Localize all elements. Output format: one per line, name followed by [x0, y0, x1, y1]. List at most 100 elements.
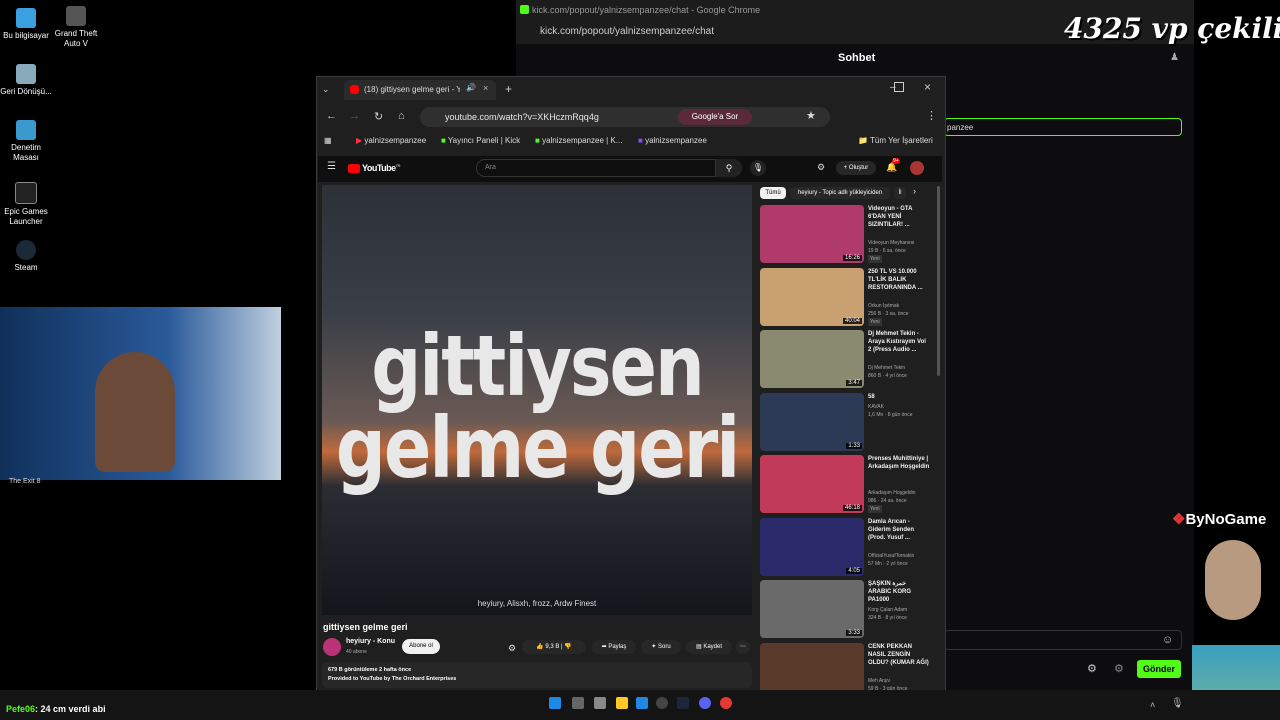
- chip-uploader[interactable]: heyiury - Topic adlı yükleyiciden: [790, 187, 890, 199]
- all-bookmarks[interactable]: 📁 Tüm Yer İşaretleri: [858, 136, 933, 145]
- recommendation-title[interactable]: Damla Arıcan - Giderim Senden (Prod. Yus…: [868, 518, 930, 542]
- description-box[interactable]: 679 B görüntüleme 2 hafta önce Provided …: [322, 662, 752, 688]
- chat-input[interactable]: [944, 630, 1182, 650]
- explorer-icon[interactable]: [594, 697, 606, 709]
- send-button[interactable]: Gönder: [1137, 660, 1181, 678]
- folder-icon[interactable]: [616, 697, 628, 709]
- steam-icon[interactable]: [677, 697, 689, 709]
- windows-start-icon[interactable]: [549, 697, 561, 709]
- recommendation-channel[interactable]: Dj Mehmet Tekin: [868, 364, 930, 372]
- desktop-icon-steam[interactable]: Steam: [0, 240, 52, 273]
- bookmark-item[interactable]: ■ yalnizsempanzee | K...: [535, 136, 622, 145]
- close-tab-icon[interactable]: ×: [483, 83, 488, 93]
- create-button[interactable]: + Oluştur: [836, 161, 876, 175]
- chat-window-title: kick.com/popout/yalnizsempanzee/chat - G…: [532, 5, 761, 15]
- address-bar[interactable]: youtube.com/watch?v=XKHczmRqq4g: [420, 107, 830, 127]
- recommendation-item[interactable]: 3:33 ŞAŞKIN خمرة ARABIC KORG PA1000 Korg Ç…: [760, 580, 936, 638]
- new-tab-icon[interactable]: +: [505, 82, 512, 96]
- channel-avatar[interactable]: [323, 638, 341, 656]
- google-ask-button[interactable]: Google'a Sor: [678, 109, 752, 125]
- scrollbar[interactable]: [937, 186, 940, 376]
- bookmark-item[interactable]: ■ Yayıncı Paneli | Kick: [441, 136, 520, 145]
- emoji-icon[interactable]: ☺: [1162, 634, 1173, 646]
- duration-badge: 3:47: [846, 380, 862, 386]
- settings-icon[interactable]: ⚙: [508, 643, 516, 654]
- home-icon[interactable]: ⌂: [398, 110, 405, 122]
- back-icon[interactable]: ←: [326, 110, 337, 122]
- close-window-icon[interactable]: ×: [924, 80, 931, 94]
- chat-highlight[interactable]: panzee: [944, 118, 1182, 136]
- recommendation-item[interactable]: 4:05 Damla Arıcan - Giderim Senden (Prod.…: [760, 517, 936, 576]
- discord-icon[interactable]: [699, 697, 711, 709]
- recommendation-title[interactable]: Videoyun - GTA 6'DAN YENİ SIZINTILAR! ..…: [868, 205, 930, 229]
- recommendation-channel[interactable]: OfficialYusufTomakin: [868, 552, 930, 560]
- mic-icon[interactable]: 🎙: [750, 160, 766, 176]
- recommendation-item[interactable]: 46:18 Prenses Muhittiniye | Arkadaşım Hoş…: [760, 455, 936, 513]
- youtube-logo[interactable]: YouTubeTR: [362, 163, 401, 173]
- search-input[interactable]: Ara: [476, 159, 716, 177]
- chevron-up-icon[interactable]: ˄: [1150, 700, 1155, 710]
- recommendation-channel[interactable]: Meh Arşiv: [868, 677, 930, 685]
- recommendation-item[interactable]: 40:04 250 TL VS 10.000 TL'LİK BALIK RESTO…: [760, 267, 936, 326]
- users-icon[interactable]: ♟: [1170, 52, 1179, 63]
- recommendation-channel[interactable]: Videoyun Meyhanesi: [868, 239, 930, 247]
- avatar[interactable]: [910, 161, 924, 175]
- recommendation-item[interactable]: 16:26 Videoyun - GTA 6'DAN YENİ SIZINTILA…: [760, 205, 936, 263]
- chrome-icon[interactable]: [720, 697, 732, 709]
- recommendation-item[interactable]: 3:47 Dj Mehmet Tekin - Araya Kıstırayım V…: [760, 330, 936, 388]
- chevron-right-icon[interactable]: ›: [913, 186, 916, 196]
- apps-icon[interactable]: ▦: [324, 136, 332, 145]
- more-icon[interactable]: ⋯: [736, 640, 750, 654]
- recommendation-channel[interactable]: Korg Çalan Adam: [868, 606, 930, 614]
- obs-icon[interactable]: [656, 697, 668, 709]
- recommendation-channel[interactable]: Orkun Işıtmak: [868, 302, 930, 310]
- recommendation-title[interactable]: 58: [868, 393, 930, 401]
- desktop-icon-epic[interactable]: Epic Games Launcher: [0, 182, 52, 227]
- ask-button[interactable]: ✦ Soru: [641, 640, 681, 654]
- recommendation-meta: 57 Mn · 2 yıl önce: [868, 560, 908, 567]
- search-icon[interactable]: ⚲: [716, 159, 742, 177]
- recommendation-title[interactable]: Dj Mehmet Tekin - Araya Kıstırayım Vol 2…: [868, 330, 930, 354]
- bookmark-item[interactable]: ■ yalnizsempanzee: [638, 136, 707, 145]
- recommendation-item[interactable]: 1:33 58 KAVAK 1,6 Mn · 8 gün önce: [760, 392, 936, 451]
- bot-icon[interactable]: ⚙: [1114, 662, 1124, 675]
- chip-more[interactable]: İl: [894, 187, 906, 199]
- video-player[interactable]: gittiysen gelme geri heyiury, Alisxh, fr…: [322, 185, 752, 615]
- hamburger-icon[interactable]: ☰: [327, 161, 336, 172]
- like-dislike-group[interactable]: 👍 9,3 B | 👎: [522, 640, 586, 654]
- channel-name[interactable]: heyiury - Konu: [346, 638, 395, 645]
- recommendation-channel[interactable]: KAVAK: [868, 403, 930, 411]
- task-view-icon[interactable]: [572, 697, 584, 709]
- bookmark-item[interactable]: ▶ yalnizsempanzee: [356, 136, 426, 145]
- menu-icon[interactable]: ⋮: [926, 109, 937, 122]
- desktop-icon-gta[interactable]: Grand Theft Auto V: [50, 6, 102, 49]
- desktop-icon-recycle[interactable]: Geri Dönüşü...: [0, 64, 52, 97]
- save-button[interactable]: ▤ Kaydet: [686, 640, 732, 654]
- mic-icon[interactable]: 🎙: [1171, 698, 1184, 709]
- chip-all[interactable]: Tümü: [760, 187, 786, 199]
- chat-url[interactable]: kick.com/popout/yalnizsempanzee/chat: [540, 26, 714, 37]
- gear-icon[interactable]: ⚙: [1087, 662, 1097, 675]
- tab-list-icon[interactable]: ⌄: [322, 84, 330, 95]
- browser-tab[interactable]: (18) gittiysen gelme geri - Y 🔊 ×: [344, 80, 496, 100]
- gear-icon[interactable]: ⚙: [817, 162, 825, 173]
- store-icon[interactable]: [636, 697, 648, 709]
- forward-icon[interactable]: →: [349, 110, 360, 122]
- recommendation-title[interactable]: CENK PEKKAN NASIL ZENGİN OLDU? (KUMAR AĞ…: [868, 643, 930, 667]
- star-icon[interactable]: ★: [806, 109, 816, 122]
- cat-sticker: [1205, 540, 1261, 620]
- maximize-icon[interactable]: [894, 82, 904, 92]
- recommendation-title[interactable]: 250 TL VS 10.000 TL'LİK BALIK RESTORANIN…: [868, 268, 930, 292]
- audio-icon[interactable]: 🔊: [466, 83, 476, 92]
- recommendation-title[interactable]: ŞAŞKIN خمرة ARABIC KORG PA1000: [868, 580, 930, 604]
- desktop-icon-this-pc[interactable]: Bu bilgisayar: [0, 8, 52, 41]
- reload-icon[interactable]: ↻: [374, 110, 383, 123]
- webcam-feed: [0, 307, 281, 480]
- recommendation-meta: 19 B · 6 sa. önce: [868, 248, 906, 254]
- recommendation-title[interactable]: Prenses Muhittiniye | Arkadaşım Hoşgeldi…: [868, 455, 930, 471]
- desktop-icon-control-panel[interactable]: Denetim Masası: [0, 120, 52, 163]
- share-button[interactable]: ➦ Paylaş: [592, 640, 636, 654]
- subscribe-button[interactable]: Abone ol: [402, 639, 440, 654]
- new-badge: Yeni: [868, 505, 882, 513]
- recommendation-channel[interactable]: Arkadaşım Hoşgeldin: [868, 489, 930, 497]
